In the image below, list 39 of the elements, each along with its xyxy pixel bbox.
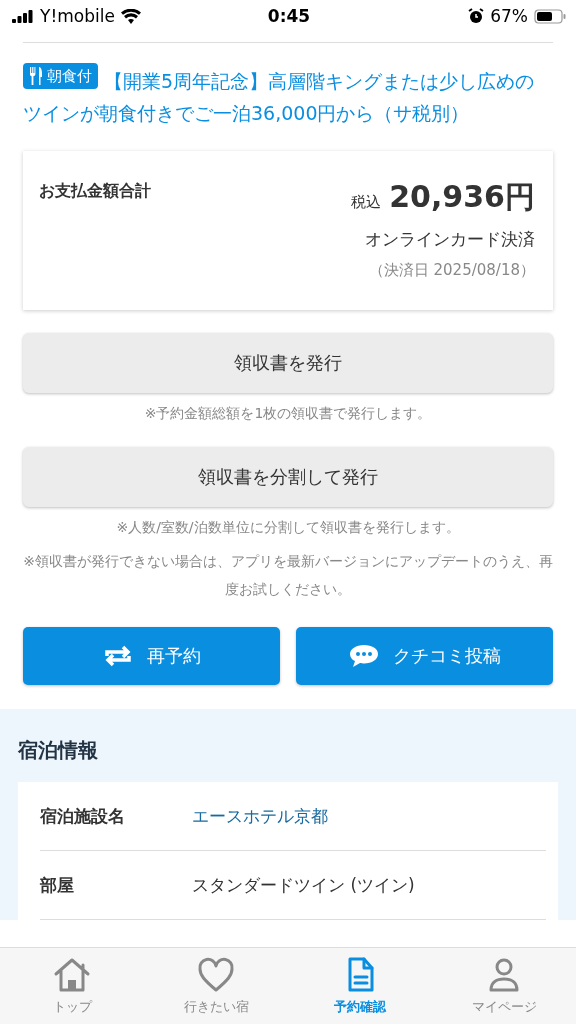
receipt-note: ※領収書が発行できない場合は、アプリを最新バージョンにアップデートのうえ、再度お試しください。	[23, 552, 553, 599]
receipt-button[interactable]: 領収書を分割して発行	[23, 447, 553, 507]
receipt-button[interactable]: 領収書を発行	[23, 333, 553, 393]
battery-icon	[534, 8, 566, 24]
heart-icon	[196, 956, 236, 994]
tab-label: 行きたい宿	[183, 998, 249, 1016]
tab-bar-item[interactable]: 予約確認	[288, 948, 432, 1024]
tab-label: トップ	[52, 998, 92, 1016]
payment-date: （決済日 2025/08/18）	[368, 261, 535, 280]
clock-time: 0:45	[267, 6, 311, 26]
tax-note: 税込	[351, 193, 382, 212]
rebook-button[interactable]: 再予約	[23, 627, 280, 685]
hotel-link[interactable]: エースホテル京都	[192, 804, 328, 828]
tab-bar-item[interactable]: 行きたい宿	[144, 948, 288, 1024]
review-button[interactable]: クチコミ投稿	[296, 627, 553, 685]
receipt-note: ※人数/室数/泊数単位に分割して領収書を発行します。	[115, 518, 461, 537]
battery-percent: 67%	[490, 6, 528, 26]
info-label: 部屋	[40, 873, 75, 897]
alarm-icon	[468, 8, 485, 24]
home-icon	[52, 956, 92, 994]
tab-label: 予約確認	[334, 998, 386, 1016]
tab-label: マイページ	[471, 998, 537, 1016]
info-label: 宿泊施設名	[40, 804, 126, 828]
fork-knife-icon	[29, 66, 43, 86]
breakfast-badge: 朝食付	[23, 63, 98, 89]
plan-title[interactable]: 朝食付 【開業5周年記念】高層階キングまたは少し広めのツインが朝食付きでご一泊36,000円から（サ税別）	[23, 63, 553, 129]
carrier-name: Y!mobile	[40, 6, 115, 26]
repeat-icon	[102, 643, 133, 669]
payment-label: お支払金額合計	[39, 181, 151, 202]
wifi-icon	[120, 8, 141, 24]
payment-method: オンラインカード決済	[365, 228, 535, 251]
tab-bar-item[interactable]: マイページ	[432, 948, 576, 1024]
total-amount: 20,936円	[389, 178, 535, 216]
tab-bar-item[interactable]: トップ	[0, 948, 144, 1024]
receipt-note: ※予約金額総額を1枚の領収書で発行します。	[143, 404, 433, 423]
section-title: 宿泊情報	[18, 737, 99, 764]
speech-bubble-icon	[348, 643, 379, 669]
info-value: スタンダードツイン (ツイン)	[192, 873, 415, 897]
signal-icon	[12, 9, 34, 23]
